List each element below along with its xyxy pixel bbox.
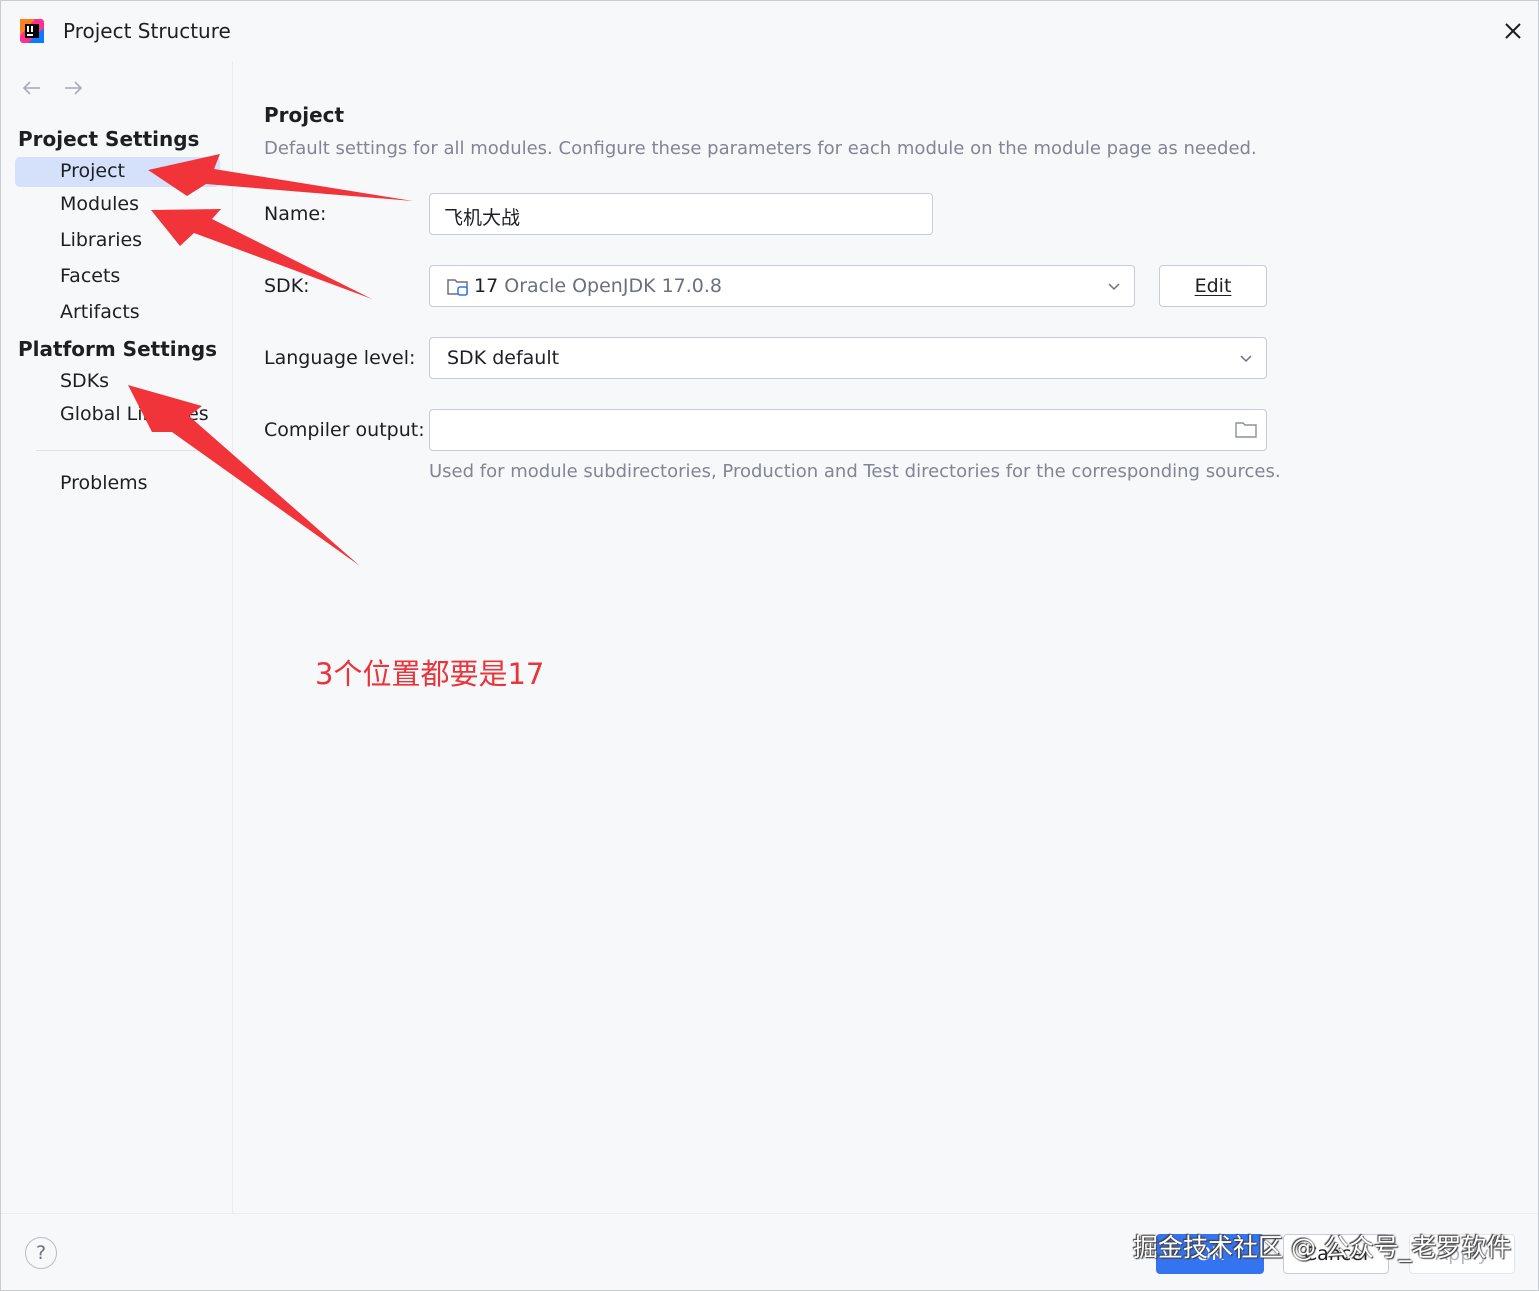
page-title: Project — [264, 103, 345, 127]
language-level-label: Language level: — [264, 347, 416, 369]
close-icon[interactable] — [1497, 15, 1529, 47]
sidebar-item-modules[interactable]: Modules — [15, 190, 220, 220]
page-description: Default settings for all modules. Config… — [264, 138, 1257, 159]
annotation-note: 3个位置都要是17 — [315, 657, 545, 691]
compiler-output-field[interactable] — [429, 409, 1267, 451]
sidebar-item-label: Modules — [60, 193, 139, 215]
sidebar-item-label: Libraries — [60, 229, 143, 251]
name-label: Name: — [264, 203, 327, 225]
sidebar-item-label: SDKs — [60, 370, 110, 392]
arrow-right-icon[interactable] — [62, 77, 84, 99]
section-header-platform-settings: Platform Settings — [18, 337, 218, 361]
sidebar-item-label: Facets — [60, 265, 121, 287]
dialog-footer: ? OK Cancel Apply 掘金技术社区 @ 公众号_老罗软件 — [1, 1213, 1538, 1290]
section-header-project-settings: Project Settings — [18, 127, 200, 151]
arrow-left-icon[interactable] — [21, 77, 43, 99]
sdk-detail: Oracle OpenJDK 17.0.8 — [504, 275, 723, 297]
sidebar-item-sdks[interactable]: SDKs — [15, 367, 220, 397]
sidebar-item-facets[interactable]: Facets — [15, 262, 220, 292]
sidebar-item-label: Artifacts — [60, 301, 140, 323]
intellij-idea-icon — [20, 19, 44, 43]
sidebar-item-problems[interactable]: Problems — [15, 469, 220, 499]
project-structure-dialog: Project Structure Project Settings Proje… — [0, 0, 1539, 1291]
edit-button-label: Edit — [1194, 275, 1232, 297]
main-panel: Project Default settings for all modules… — [233, 61, 1538, 1213]
language-level-value: SDK default — [447, 347, 560, 369]
window-title: Project Structure — [63, 19, 231, 43]
sidebar-item-libraries[interactable]: Libraries — [15, 226, 220, 256]
history-navigation — [21, 77, 98, 103]
folder-sdk-icon — [447, 279, 468, 296]
sidebar: Project Settings Project Modules Librari… — [1, 61, 233, 1213]
sdk-version: 17 — [474, 275, 499, 297]
chevron-down-icon — [1240, 355, 1252, 363]
compiler-output-label: Compiler output: — [264, 419, 425, 441]
sidebar-item-project[interactable]: Project — [15, 157, 220, 187]
sidebar-item-label: Global Libraries — [60, 403, 209, 425]
sdk-dropdown[interactable]: 17 Oracle OpenJDK 17.0.8 — [429, 265, 1135, 307]
sdk-edit-button[interactable]: Edit — [1159, 265, 1267, 307]
folder-icon[interactable] — [1234, 420, 1258, 440]
name-value: 飞机大战 — [444, 207, 521, 229]
watermark: 掘金技术社区 @ 公众号_老罗软件 — [1133, 1233, 1512, 1262]
sidebar-item-label: Problems — [60, 472, 148, 494]
sidebar-item-label: Project — [60, 160, 126, 182]
sdk-label: SDK: — [264, 275, 310, 297]
title-bar: Project Structure — [1, 1, 1538, 61]
compiler-output-hint: Used for module subdirectories, Producti… — [429, 461, 1281, 482]
sidebar-item-artifacts[interactable]: Artifacts — [15, 298, 220, 328]
name-field[interactable]: 飞机大战 — [429, 193, 933, 235]
chevron-down-icon — [1108, 283, 1120, 291]
sidebar-item-global-libraries[interactable]: Global Libraries — [15, 400, 220, 430]
language-level-dropdown[interactable]: SDK default — [429, 337, 1267, 379]
help-button[interactable]: ? — [25, 1237, 57, 1269]
sidebar-divider — [36, 450, 216, 451]
